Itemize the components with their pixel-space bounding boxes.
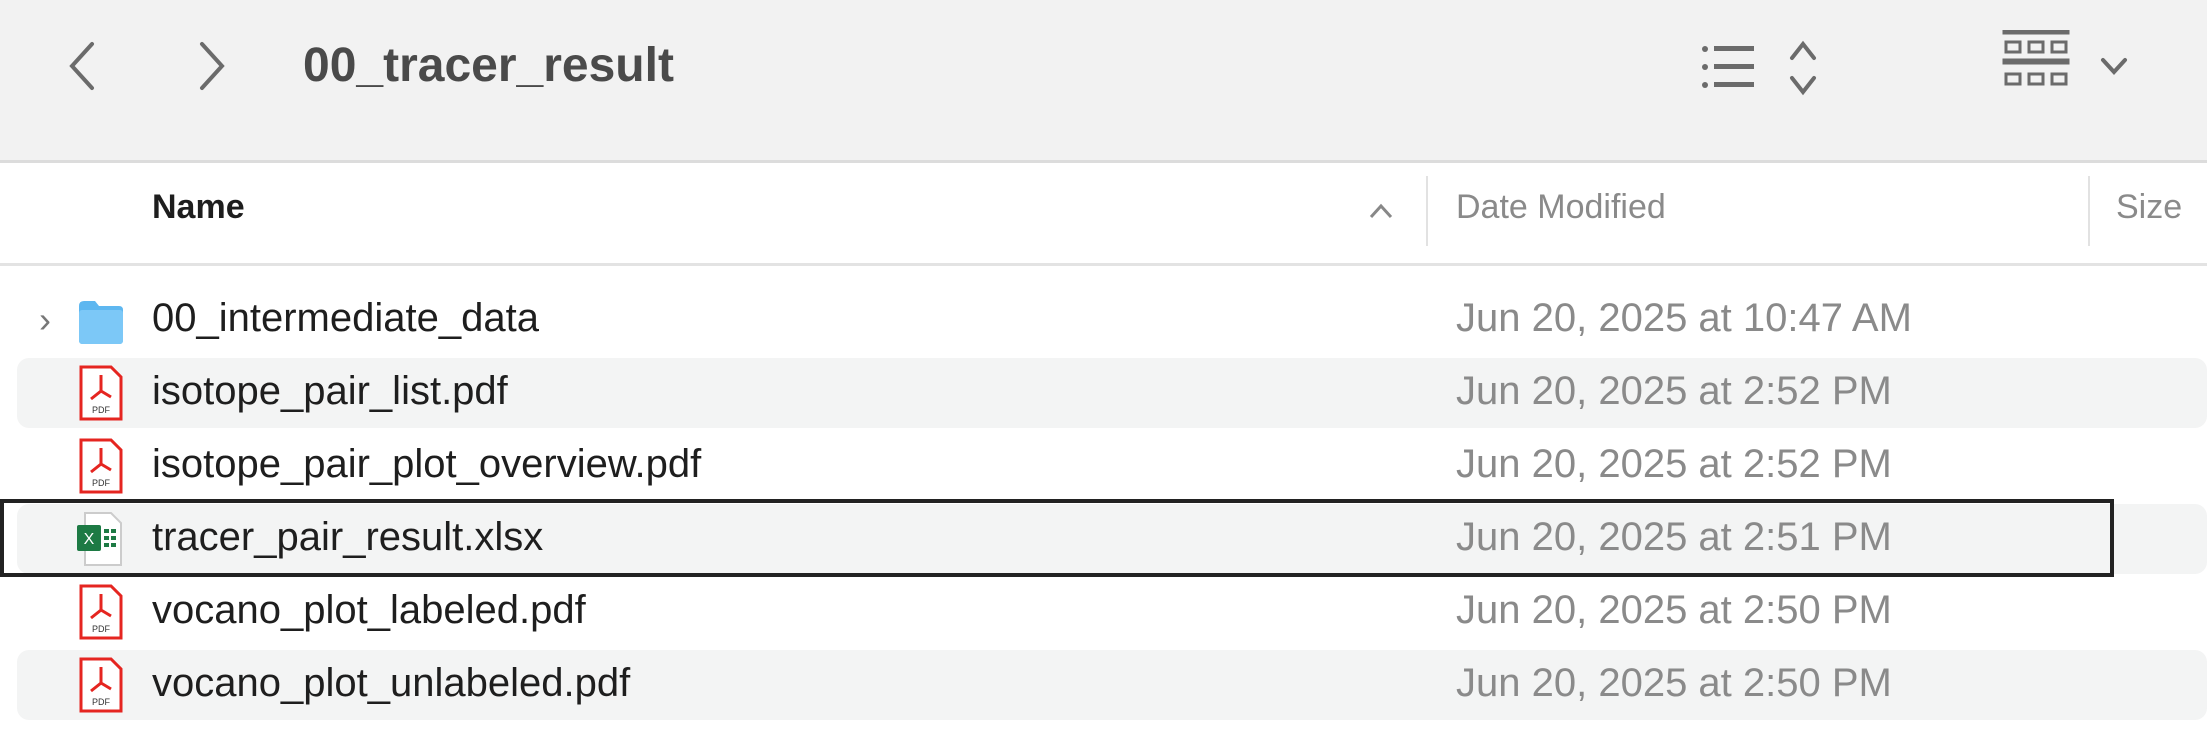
column-name[interactable]: Name — [152, 188, 245, 227]
folder-icon — [79, 301, 123, 344]
file-date: Jun 20, 2025 at 2:51 PM — [1456, 515, 1892, 559]
file-date: Jun 20, 2025 at 10:47 AM — [1456, 296, 1912, 340]
column-date-modified[interactable]: Date Modified — [1456, 188, 1666, 227]
file-row[interactable]: PDF isotope_pair_plot_overview.pdf Jun 2… — [17, 431, 2207, 501]
list-view-icon[interactable] — [1700, 42, 1760, 92]
file-date: Jun 20, 2025 at 2:52 PM — [1456, 442, 1892, 486]
svg-text:PDF: PDF — [92, 624, 111, 634]
file-row[interactable]: PDF vocano_plot_labeled.pdf Jun 20, 2025… — [17, 577, 2207, 647]
file-row[interactable]: PDF vocano_plot_unlabeled.pdf Jun 20, 20… — [17, 650, 2207, 720]
svg-text:PDF: PDF — [92, 405, 111, 415]
forward-chevron-icon[interactable] — [196, 40, 228, 92]
pdf-icon: PDF — [79, 438, 123, 494]
column-header: Name Date Modified Size — [0, 166, 2207, 266]
file-date: Jun 20, 2025 at 2:52 PM — [1456, 369, 1892, 413]
sort-ascending-icon[interactable] — [1368, 202, 1394, 220]
disclosure-chevron-icon[interactable]: › — [39, 299, 51, 341]
back-chevron-icon[interactable] — [66, 40, 98, 92]
toolbar: 00_tracer_result — [0, 0, 2207, 163]
file-name: tracer_pair_result.xlsx — [152, 515, 544, 559]
svg-text:PDF: PDF — [92, 478, 111, 488]
file-row-folder[interactable]: › 00_intermediate_data Jun 20, 2025 at 1… — [17, 285, 2207, 355]
sort-updown-icon[interactable] — [1788, 38, 1818, 98]
file-name: 00_intermediate_data — [152, 296, 539, 340]
pdf-icon: PDF — [79, 584, 123, 640]
excel-icon: X — [77, 512, 122, 566]
file-name: vocano_plot_unlabeled.pdf — [152, 661, 631, 705]
folder-title: 00_tracer_result — [303, 39, 674, 92]
svg-text:X: X — [84, 531, 95, 548]
chevron-down-icon[interactable] — [2100, 56, 2128, 76]
file-date: Jun 20, 2025 at 2:50 PM — [1456, 588, 1892, 632]
file-row[interactable]: PDF isotope_pair_list.pdf Jun 20, 2025 a… — [17, 358, 2207, 428]
file-name: isotope_pair_list.pdf — [152, 369, 508, 413]
file-name: vocano_plot_labeled.pdf — [152, 588, 586, 632]
column-divider[interactable] — [1426, 176, 1428, 246]
file-row-selected[interactable]: X tracer_pair_result.xlsx Jun 20, 2025 a… — [17, 504, 2207, 574]
file-name: isotope_pair_plot_overview.pdf — [152, 442, 702, 486]
group-grid-icon[interactable] — [2002, 30, 2070, 96]
pdf-icon: PDF — [79, 365, 123, 421]
pdf-icon: PDF — [79, 657, 123, 713]
svg-text:PDF: PDF — [92, 697, 111, 707]
file-date: Jun 20, 2025 at 2:50 PM — [1456, 661, 1892, 705]
column-divider[interactable] — [2088, 176, 2090, 246]
column-size[interactable]: Size — [2116, 188, 2182, 227]
